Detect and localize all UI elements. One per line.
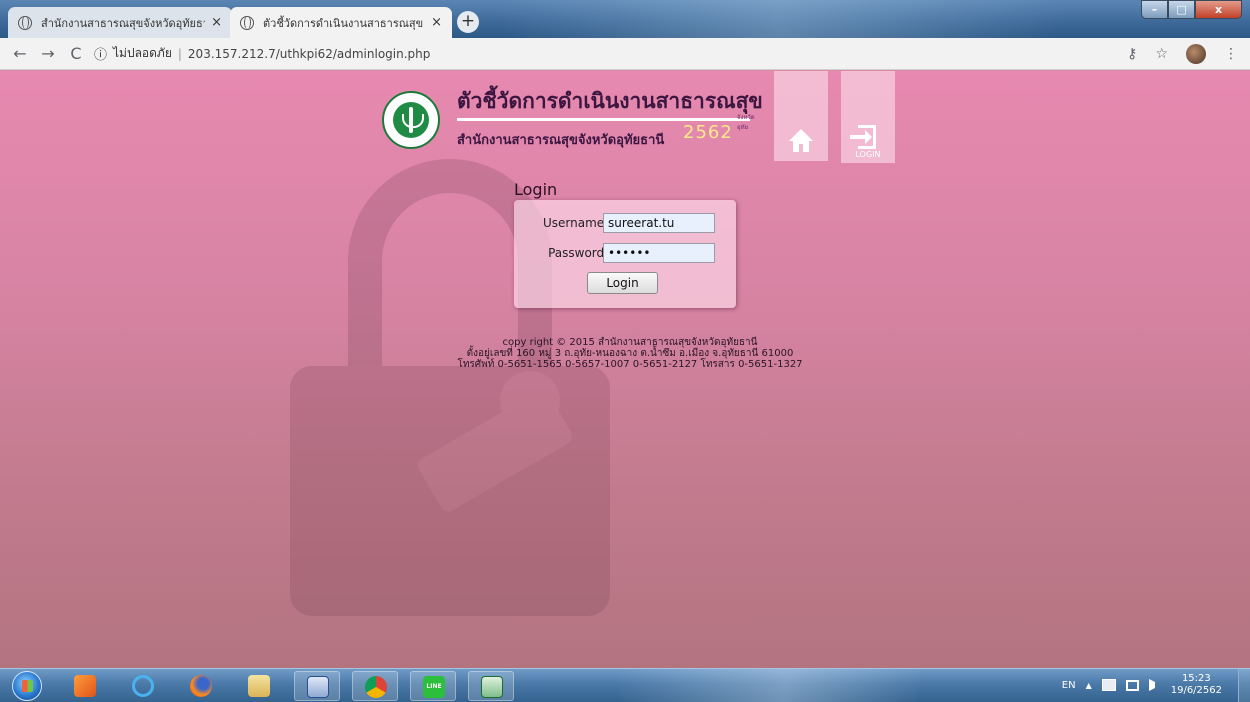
copyright-line: copy right © 2015 สำนักงานสาธารณสุขจังหว… [502,337,758,348]
login-form: Username : Password : Login [514,200,736,308]
tab-title: ตัวชี้วัดการดำเนินงานสาธารณสุข สำนัก [263,16,425,30]
window-controls: – □ x [1141,0,1242,19]
frame-glow [500,0,1060,38]
browser-toolbar: ← → C ⓘ ไม่ปลอดภัย | 203.157.212.7/uthkp… [0,38,1250,70]
taskbar-word[interactable] [294,671,340,701]
taskbar-file-explorer[interactable] [236,671,282,701]
address-separator: | [177,46,182,61]
username-row: Username : [514,213,736,235]
page-footer: copy right © 2015 สำนักงานสาธารณสุขจังหว… [420,337,840,370]
excel-icon [481,676,503,698]
security-label[interactable]: ไม่ปลอดภัย [113,44,172,63]
system-clock[interactable]: 15:23 19/6/2562 [1171,673,1222,697]
profile-avatar[interactable] [1186,44,1206,64]
taskbar-line[interactable]: LINE [410,671,456,701]
start-button[interactable] [12,671,42,701]
url-text[interactable]: 203.157.212.7/uthkpi62/adminlogin.php [188,47,430,61]
password-input[interactable] [603,243,715,263]
enter-arrow-icon [850,130,872,144]
taskbar-firefox[interactable] [178,671,224,701]
fiscal-year: 2562 [683,122,733,143]
menu-dots-icon[interactable]: ⋮ [1224,46,1238,62]
login-submit-button[interactable]: Login [587,272,658,294]
line-icon: LINE [423,676,445,698]
login-heading: Login [514,180,558,199]
windows-taskbar: LINE EN ▲ 15:23 19/6/2562 [0,668,1250,702]
globe-icon [240,15,254,30]
username-input[interactable] [603,213,715,233]
show-desktop-button[interactable] [1238,669,1250,702]
username-label: Username : [542,216,612,230]
toolbar-actions: ⚷ ☆ ⋮ [1127,44,1238,64]
title-underline [457,118,750,121]
key-icon[interactable]: ⚷ [1127,46,1137,62]
forward-arrow-icon[interactable]: → [34,44,62,63]
word-icon [307,676,329,698]
volume-icon[interactable] [1148,679,1161,691]
tab-close-icon[interactable]: × [211,15,222,30]
tab-kpi-active[interactable]: ตัวชี้วัดการดำเนินงานสาธารณสุข สำนัก × [230,7,452,38]
media-player-icon [74,675,96,697]
tab-health-office[interactable]: สำนักงานสาธารณสุขจังหวัดอุทัยธานี × [8,7,232,38]
ministry-seal-logo [382,91,440,149]
tab-title: สำนักงานสาธารณสุขจังหวัดอุทัยธานี [41,16,206,30]
home-nav-button[interactable] [774,71,828,161]
taskbar-internet-explorer[interactable] [120,671,166,701]
login-nav-button[interactable]: LOGIN [841,71,895,163]
action-center-flag-icon[interactable] [1101,679,1116,691]
phone-line: โทรศัพท์ 0-5651-1565 0-5657-1007 0-5651-… [457,359,803,370]
minimize-button[interactable]: – [1141,0,1168,19]
address-bar[interactable]: ⓘ ไม่ปลอดภัย | 203.157.212.7/uthkpi62/ad… [94,44,430,63]
title-tagline: จังหวัดอุทัย [737,114,755,131]
close-window-button[interactable]: x [1195,0,1242,19]
clock-date: 19/6/2562 [1170,685,1222,696]
password-row: Password : [514,243,736,265]
site-subtitle: สำนักงานสาธารณสุขจังหวัดอุทัยธานี [457,133,665,148]
globe-icon [18,15,32,30]
language-indicator[interactable]: EN [1062,680,1076,691]
login-tile-label: LOGIN [855,150,881,159]
page-content: ตัวชี้วัดการดำเนินงานสาธารณสุข จังหวัดอุ… [0,71,1250,668]
tray-expand-icon[interactable]: ▲ [1086,681,1092,690]
taskbar-excel[interactable] [468,671,514,701]
maximize-button[interactable]: □ [1168,0,1195,19]
chrome-icon [365,676,387,698]
internet-explorer-icon [132,675,154,697]
site-title: ตัวชี้วัดการดำเนินงานสาธารณสุข [457,88,763,113]
tab-close-icon[interactable]: × [431,15,442,30]
firefox-icon [190,675,212,697]
address-line: ตั้งอยู่เลขที่ 160 หมู่ 3 ถ.อุทัย-หนองฉา… [466,348,794,359]
network-icon[interactable] [1125,679,1139,691]
home-icon [789,129,813,152]
taskbar-sheen [620,669,920,702]
file-explorer-icon [248,675,270,697]
back-arrow-icon[interactable]: ← [6,44,34,63]
taskbar-chrome[interactable] [352,671,398,701]
info-icon[interactable]: ⓘ [94,44,107,63]
browser-tab-strip: สำนักงานสาธารณสุขจังหวัดอุทัยธานี × ตัวช… [0,0,1250,38]
taskbar-media-player[interactable] [62,671,108,701]
clock-time: 15:23 [1181,673,1211,684]
bookmark-star-icon[interactable]: ☆ [1155,46,1168,62]
system-tray: EN ▲ 15:23 19/6/2562 [1062,673,1222,697]
new-tab-button[interactable]: + [457,11,479,33]
reload-icon[interactable]: C [62,44,90,63]
